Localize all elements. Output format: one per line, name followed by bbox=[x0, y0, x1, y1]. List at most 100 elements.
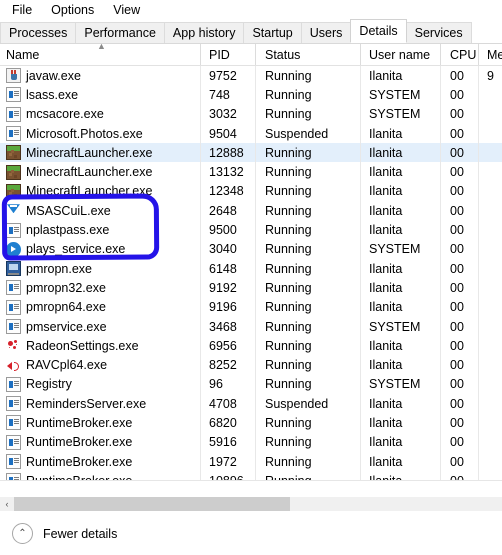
cell-status: Suspended bbox=[255, 394, 360, 414]
tab-app-history[interactable]: App history bbox=[163, 22, 245, 43]
tab-processes[interactable]: Processes bbox=[0, 22, 77, 43]
menu-item-options[interactable]: Options bbox=[45, 2, 103, 19]
cell-name: MSASCuiL.exe bbox=[0, 203, 200, 218]
cell-memory bbox=[478, 413, 502, 433]
table-row[interactable]: mcsacore.exe 3032 Running SYSTEM 00 bbox=[0, 104, 502, 124]
exe-icon bbox=[6, 87, 21, 103]
tab-startup[interactable]: Startup bbox=[243, 22, 302, 43]
cell-memory bbox=[478, 374, 502, 395]
table-row[interactable]: MSASCuiL.exe 2648 Running Ilanita 00 bbox=[0, 201, 502, 221]
table-header-row: Name ▲ PID Status User name CPU Mer bbox=[0, 44, 502, 66]
column-header-name[interactable]: Name ▲ bbox=[0, 44, 200, 65]
table-row[interactable]: RadeonSettings.exe 6956 Running Ilanita 00 bbox=[0, 336, 502, 356]
table-row[interactable]: Registry 96 Running SYSTEM 00 bbox=[0, 374, 502, 395]
exe-icon bbox=[6, 396, 21, 412]
cell-user-name: Ilanita bbox=[360, 181, 440, 202]
table-row[interactable]: Microsoft.Photos.exe 9504 Suspended Ilanita… bbox=[0, 123, 502, 144]
cell-status: Running bbox=[255, 162, 360, 182]
speaker-icon bbox=[6, 358, 21, 373]
table-row[interactable]: RemindersServer.exe 4708 Suspended Ilanita 0… bbox=[0, 394, 502, 414]
cell-name: plays_service.exe bbox=[0, 241, 200, 257]
cell-pid: 6956 bbox=[200, 336, 255, 356]
fewer-details-button[interactable]: ⌃ Fewer details bbox=[12, 523, 117, 544]
table-row[interactable]: plays_service.exe 3040 Running SYSTEM 00 bbox=[0, 239, 502, 259]
menu-item-view[interactable]: View bbox=[107, 2, 149, 19]
table-row[interactable]: RuntimeBroker.exe 5916 Running Ilanita 00 bbox=[0, 432, 502, 452]
cell-cpu: 00 bbox=[440, 471, 478, 480]
cell-pid: 3040 bbox=[200, 239, 255, 259]
cell-name: RuntimeBroker.exe bbox=[0, 434, 200, 450]
process-name-label: pmropn.exe bbox=[26, 261, 93, 276]
table-row[interactable]: pmropn32.exe 9192 Running Ilanita 00 bbox=[0, 278, 502, 298]
tab-performance[interactable]: Performance bbox=[75, 22, 165, 43]
cell-memory bbox=[478, 143, 502, 163]
cell-pid: 6820 bbox=[200, 413, 255, 433]
horizontal-scrollbar[interactable]: ‹ bbox=[0, 497, 502, 511]
process-name-label: RadeonSettings.exe bbox=[26, 338, 139, 353]
exe-icon bbox=[6, 434, 21, 450]
java-icon bbox=[6, 68, 21, 84]
cell-status: Running bbox=[255, 413, 360, 433]
cell-cpu: 00 bbox=[440, 239, 478, 259]
radeon-icon bbox=[6, 338, 21, 353]
column-header-pid[interactable]: PID bbox=[200, 44, 255, 65]
exe-icon bbox=[6, 106, 21, 122]
exe-icon bbox=[6, 222, 21, 238]
column-header-memory[interactable]: Mer bbox=[478, 44, 502, 65]
process-name-label: RuntimeBroker.exe bbox=[26, 454, 133, 469]
column-header-status[interactable]: Status bbox=[255, 44, 360, 65]
table-row[interactable]: MinecraftLauncher.exe 13132 Running Ilanita… bbox=[0, 162, 502, 182]
cell-name: mcsacore.exe bbox=[0, 106, 200, 122]
process-name-label: RAVCpl64.exe bbox=[26, 358, 108, 373]
table-row[interactable]: pmropn64.exe 9196 Running Ilanita 00 bbox=[0, 297, 502, 317]
cell-name: MinecraftLauncher.exe bbox=[0, 183, 200, 199]
cell-cpu: 00 bbox=[440, 66, 478, 86]
cell-cpu: 00 bbox=[440, 451, 478, 472]
cell-user-name: Ilanita bbox=[360, 258, 440, 279]
scroll-left-arrow-icon[interactable]: ‹ bbox=[0, 497, 14, 511]
cell-name: RuntimeBroker.exe bbox=[0, 454, 200, 470]
cell-status: Running bbox=[255, 201, 360, 221]
cell-pid: 10896 bbox=[200, 471, 255, 480]
cell-user-name: Ilanita bbox=[360, 201, 440, 221]
shield-icon bbox=[6, 203, 21, 218]
tab-services[interactable]: Services bbox=[405, 22, 472, 43]
column-header-name-label: Name bbox=[6, 47, 40, 62]
cell-cpu: 00 bbox=[440, 162, 478, 182]
cell-user-name: Ilanita bbox=[360, 220, 440, 240]
column-header-cpu[interactable]: CPU bbox=[440, 44, 478, 65]
table-row[interactable]: RAVCpl64.exe 8252 Running Ilanita 00 bbox=[0, 355, 502, 375]
cell-pid: 4708 bbox=[200, 394, 255, 414]
scrollbar-track[interactable] bbox=[14, 497, 502, 511]
table-row[interactable]: pmropn.exe 6148 Running Ilanita 00 bbox=[0, 258, 502, 279]
menu-item-file[interactable]: File bbox=[6, 2, 41, 19]
table-row[interactable]: RuntimeBroker.exe 10896 Running Ilanita 00 bbox=[0, 471, 502, 480]
cell-status: Running bbox=[255, 143, 360, 163]
cell-pid: 96 bbox=[200, 374, 255, 395]
table-row[interactable]: lsass.exe 748 Running SYSTEM 00 bbox=[0, 85, 502, 105]
cell-memory bbox=[478, 104, 502, 124]
table-row[interactable]: nplastpass.exe 9500 Running Ilanita 00 bbox=[0, 220, 502, 240]
process-name-label: Microsoft.Photos.exe bbox=[26, 126, 143, 141]
scrollbar-thumb[interactable] bbox=[14, 497, 290, 511]
table-row[interactable]: RuntimeBroker.exe 1972 Running Ilanita 00 bbox=[0, 451, 502, 472]
cell-pid: 9504 bbox=[200, 123, 255, 144]
tab-users[interactable]: Users bbox=[300, 22, 352, 43]
column-header-user-name[interactable]: User name bbox=[360, 44, 440, 65]
cell-memory bbox=[478, 220, 502, 240]
cell-user-name: Ilanita bbox=[360, 355, 440, 375]
table-row[interactable]: MinecraftLauncher.exe 12348 Running Ilanita… bbox=[0, 181, 502, 202]
cell-name: lsass.exe bbox=[0, 87, 200, 103]
cell-name: MinecraftLauncher.exe bbox=[0, 145, 200, 161]
tab-details[interactable]: Details bbox=[350, 19, 407, 43]
table-row[interactable]: javaw.exe 9752 Running Ilanita 00 9 bbox=[0, 66, 502, 86]
cell-cpu: 00 bbox=[440, 181, 478, 202]
table-row[interactable]: RuntimeBroker.exe 6820 Running Ilanita 00 bbox=[0, 413, 502, 433]
process-name-label: pmropn64.exe bbox=[26, 300, 106, 315]
table-row[interactable]: pmservice.exe 3468 Running SYSTEM 00 bbox=[0, 316, 502, 337]
cell-pid: 5916 bbox=[200, 432, 255, 452]
table-row[interactable]: MinecraftLauncher.exe 12888 Running Ilanita… bbox=[0, 143, 502, 163]
process-name-label: plays_service.exe bbox=[26, 242, 126, 257]
exe-icon bbox=[6, 454, 21, 470]
cell-name: MinecraftLauncher.exe bbox=[0, 164, 200, 180]
